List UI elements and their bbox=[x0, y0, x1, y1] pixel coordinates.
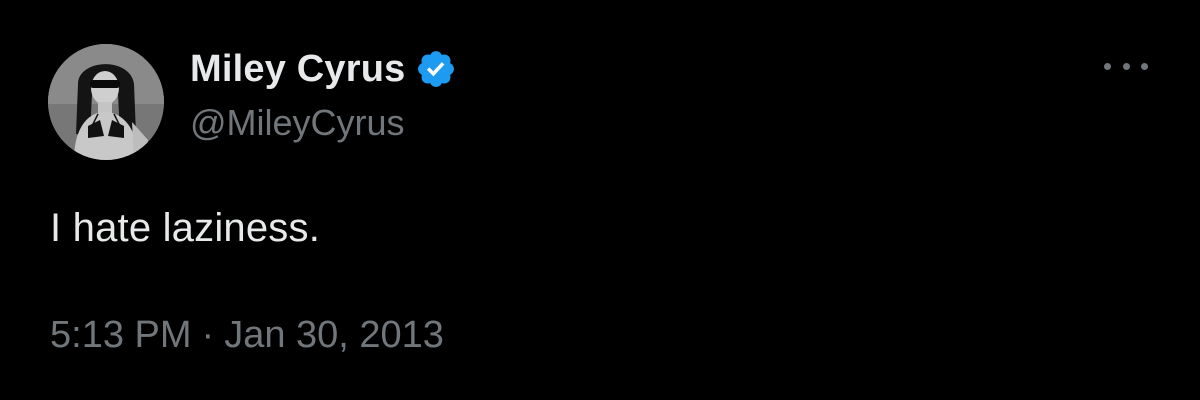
author-name-row: Miley Cyrus bbox=[190, 44, 457, 94]
tweet-card: Miley Cyrus @MileyCyrus I hate laziness.… bbox=[0, 0, 1200, 400]
more-dot bbox=[1122, 62, 1130, 70]
more-dot bbox=[1104, 62, 1111, 70]
more-options-icon[interactable] bbox=[1104, 54, 1148, 78]
verified-badge-icon[interactable] bbox=[415, 48, 457, 90]
tweet-date[interactable]: Jan 30, 2013 bbox=[224, 314, 444, 357]
timestamp-separator: · bbox=[201, 314, 215, 356]
tweet-timestamp: 5:13 PM · Jan 30, 2013 bbox=[50, 314, 444, 357]
tweet-text: I hate laziness. bbox=[50, 206, 321, 250]
more-dot bbox=[1141, 62, 1148, 70]
author-display-name[interactable]: Miley Cyrus bbox=[190, 48, 406, 91]
avatar-photo bbox=[48, 44, 164, 160]
author-handle[interactable]: @MileyCyrus bbox=[190, 102, 405, 144]
tweet-time[interactable]: 5:13 PM bbox=[50, 314, 192, 357]
avatar[interactable] bbox=[48, 44, 164, 160]
